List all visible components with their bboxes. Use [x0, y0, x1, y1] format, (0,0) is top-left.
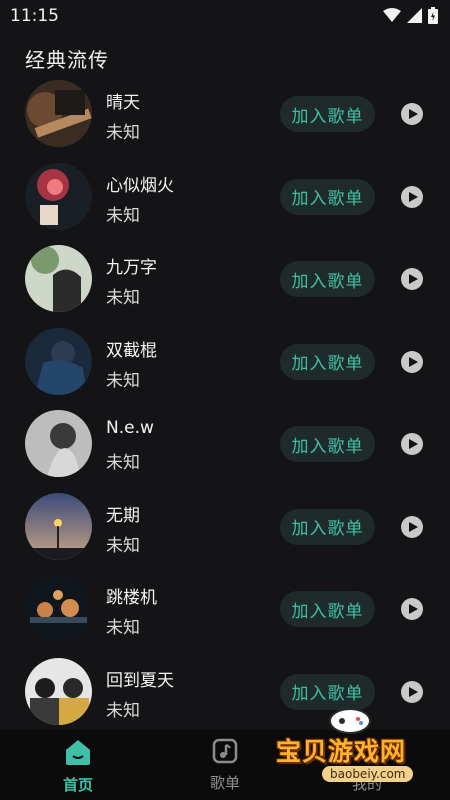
playlist-icon: [212, 738, 238, 764]
add-to-playlist-button[interactable]: 加入歌单: [280, 673, 375, 710]
wifi-icon: [383, 8, 401, 22]
status-bar: 11:15: [0, 0, 450, 32]
play-icon: [408, 521, 418, 532]
song-title: 心似烟火: [106, 175, 174, 196]
add-to-playlist-button[interactable]: 加入歌单: [280, 426, 375, 462]
song-title: 九万字: [106, 258, 157, 278]
play-button[interactable]: [401, 103, 423, 125]
song-list: 晴天 未知 加入歌单 心似烟火 未知 加入歌单 九万字 未知 加入歌单 双截棍: [0, 72, 450, 732]
song-row[interactable]: N.e.w 未知 加入歌单: [0, 402, 450, 485]
watermark-url: baobeiy.com: [322, 766, 414, 782]
signal-icon: [407, 8, 422, 23]
song-artist: 未知: [106, 453, 140, 473]
song-cover: [25, 410, 92, 477]
section-title: 经典流传: [25, 48, 109, 72]
song-title: 跳楼机: [106, 588, 157, 608]
play-button[interactable]: [401, 680, 423, 703]
play-button[interactable]: [401, 598, 423, 620]
play-icon: [408, 604, 418, 614]
tab-home[interactable]: 首页: [38, 738, 118, 795]
song-artist: 未知: [106, 370, 140, 391]
play-icon: [408, 356, 418, 367]
play-button[interactable]: [401, 433, 423, 455]
song-artist: 未知: [106, 123, 140, 143]
add-to-playlist-button[interactable]: 加入歌单: [280, 508, 375, 545]
song-artist: 未知: [106, 535, 140, 556]
play-button[interactable]: [401, 350, 423, 373]
add-to-playlist-button[interactable]: 加入歌单: [280, 261, 375, 297]
watermark-text: 宝贝游戏网: [276, 737, 407, 766]
song-row[interactable]: 双截棍 未知 加入歌单: [0, 320, 450, 403]
play-button[interactable]: [401, 185, 423, 208]
song-cover: [25, 80, 92, 147]
song-row[interactable]: 晴天 未知 加入歌单: [0, 72, 450, 155]
play-icon: [408, 274, 418, 284]
tab-home-label: 首页: [62, 776, 93, 794]
song-artist: 未知: [106, 618, 140, 638]
status-time: 11:15: [10, 6, 59, 26]
play-button[interactable]: [401, 268, 423, 290]
song-title: 回到夏天: [106, 670, 174, 691]
song-row[interactable]: 心似烟火 未知 加入歌单: [0, 155, 450, 238]
song-cover: [25, 492, 92, 560]
play-button[interactable]: [401, 515, 423, 538]
song-artist: 未知: [106, 288, 140, 308]
song-artist: 未知: [106, 700, 140, 721]
play-icon: [408, 191, 418, 202]
song-cover: [25, 657, 92, 725]
add-to-playlist-button[interactable]: 加入歌单: [280, 343, 375, 380]
song-title: 无期: [106, 505, 140, 526]
song-title: N.e.w: [106, 418, 154, 438]
tab-playlist[interactable]: 歌单: [185, 738, 265, 793]
song-artist: 未知: [106, 205, 140, 226]
watermark-logo: 宝贝游戏网 baobeiy.com: [270, 706, 430, 796]
song-title: 晴天: [106, 93, 140, 113]
tab-playlist-label: 歌单: [209, 774, 240, 792]
battery-icon: [428, 7, 438, 24]
play-icon: [408, 109, 418, 119]
home-icon: [66, 740, 90, 765]
add-to-playlist-button[interactable]: 加入歌单: [280, 96, 375, 132]
add-to-playlist-button[interactable]: 加入歌单: [280, 591, 375, 627]
song-cover: [25, 245, 92, 312]
song-title: 双截棍: [106, 340, 157, 361]
add-to-playlist-button[interactable]: 加入歌单: [280, 178, 375, 215]
song-cover: [25, 575, 92, 642]
song-row[interactable]: 无期 未知 加入歌单: [0, 485, 450, 568]
song-row[interactable]: 跳楼机 未知 加入歌单: [0, 567, 450, 650]
song-row[interactable]: 九万字 未知 加入歌单: [0, 237, 450, 320]
status-icons: [383, 7, 438, 24]
song-cover: [25, 162, 92, 230]
play-icon: [408, 439, 418, 449]
song-cover: [25, 327, 92, 395]
play-icon: [408, 686, 418, 697]
